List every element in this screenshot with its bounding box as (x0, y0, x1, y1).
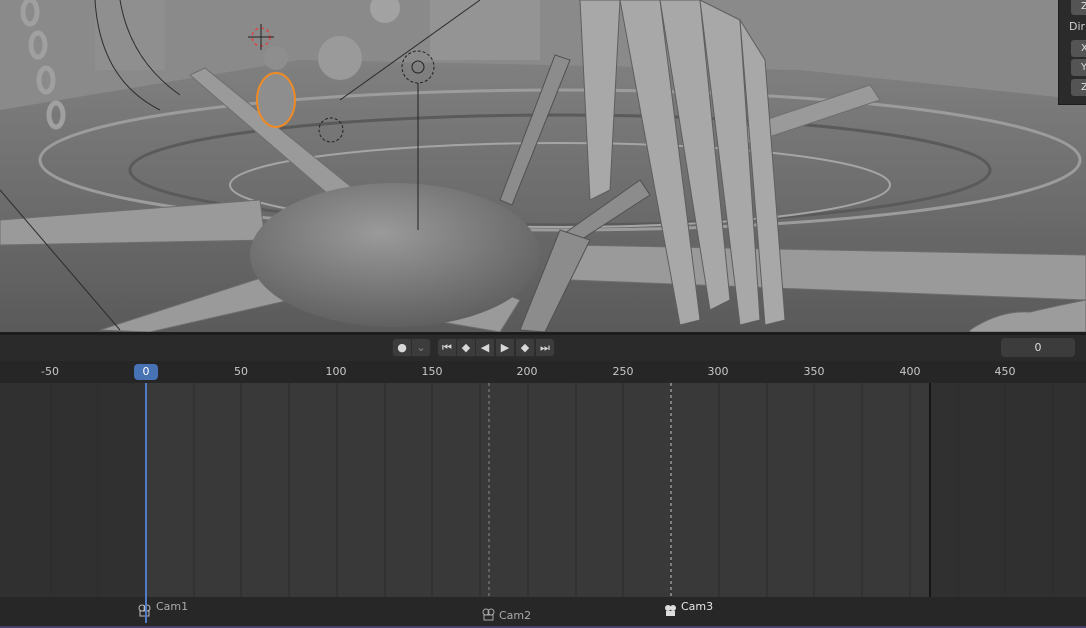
frame-ruler[interactable]: -50 50 100 150 200 250 300 350 400 450 0 (0, 361, 1086, 383)
3d-viewport[interactable]: Z Dir X Y Z (0, 0, 1086, 332)
axis-label: Y (1081, 62, 1086, 73)
camera-marker-icon (665, 605, 676, 616)
panel-field-x[interactable]: X (1071, 40, 1086, 57)
jump-to-end-button[interactable]: ⏭ (535, 338, 555, 357)
ruler-tick: 300 (707, 365, 729, 378)
keying-options-dropdown[interactable]: ⌄ (411, 338, 431, 357)
panel-field-z[interactable]: Z (1071, 79, 1086, 96)
scene-render (0, 0, 1086, 332)
jump-to-start-button[interactable]: ⏮ (437, 338, 457, 357)
ruler-tick: 250 (612, 365, 634, 378)
axis-label: X (1081, 43, 1086, 54)
playhead[interactable] (145, 383, 147, 623)
axis-label: Z (1081, 1, 1086, 12)
axis-label: Z (1081, 82, 1086, 93)
ruler-tick: 350 (803, 365, 825, 378)
play-icon: ▶ (500, 341, 510, 354)
record-icon: ● (397, 341, 407, 354)
current-frame-indicator[interactable]: 0 (134, 364, 158, 380)
ruler-tick: 200 (516, 365, 538, 378)
marker-row[interactable]: Cam1 Cam2 Cam3 (0, 597, 1086, 626)
marker-label: Cam2 (499, 609, 532, 622)
next-keyframe-icon: ◆ (520, 341, 530, 354)
ruler-tick: 50 (234, 365, 248, 378)
ruler-tick: 100 (325, 365, 347, 378)
properties-side-panel[interactable]: Z Dir X Y Z (1058, 0, 1086, 105)
ruler-tick: 450 (994, 365, 1016, 378)
marker-label: Cam3 (681, 600, 714, 613)
auto-keying-button[interactable]: ● (392, 338, 412, 357)
camera-marker-icon (482, 608, 495, 621)
ruler-tick: 150 (421, 365, 443, 378)
current-frame-field[interactable]: 0 (1001, 338, 1075, 357)
panel-field-y[interactable]: Y (1071, 59, 1086, 76)
previous-keyframe-button[interactable]: ◆ (456, 338, 476, 357)
dimensions-label: Dir (1069, 20, 1086, 33)
play-button[interactable]: ▶ (495, 338, 515, 357)
marker-label: Cam1 (156, 600, 189, 613)
jump-start-icon: ⏮ (442, 340, 452, 354)
panel-field-z-top[interactable]: Z (1071, 0, 1086, 15)
marker-cam3[interactable]: Cam3 (664, 600, 724, 622)
prev-keyframe-icon: ◆ (461, 341, 471, 354)
frame-grid (50, 383, 1054, 597)
play-reverse-button[interactable]: ◀ (475, 338, 495, 357)
timeline-header: ● ⌄ ⏮ ◆ ◀ ▶ ◆ ⏭ 0 (0, 335, 1086, 361)
ruler-tick: 400 (899, 365, 921, 378)
next-keyframe-button[interactable]: ◆ (515, 338, 535, 357)
marker-cam1[interactable]: Cam1 (138, 600, 198, 622)
jump-end-icon: ⏭ (540, 340, 550, 354)
timeline-track-area[interactable] (0, 383, 1086, 597)
marker-cam2[interactable]: Cam2 (482, 604, 542, 626)
play-reverse-icon: ◀ (480, 341, 490, 354)
ruler-tick: -50 (41, 365, 59, 378)
chevron-down-icon: ⌄ (416, 341, 426, 354)
